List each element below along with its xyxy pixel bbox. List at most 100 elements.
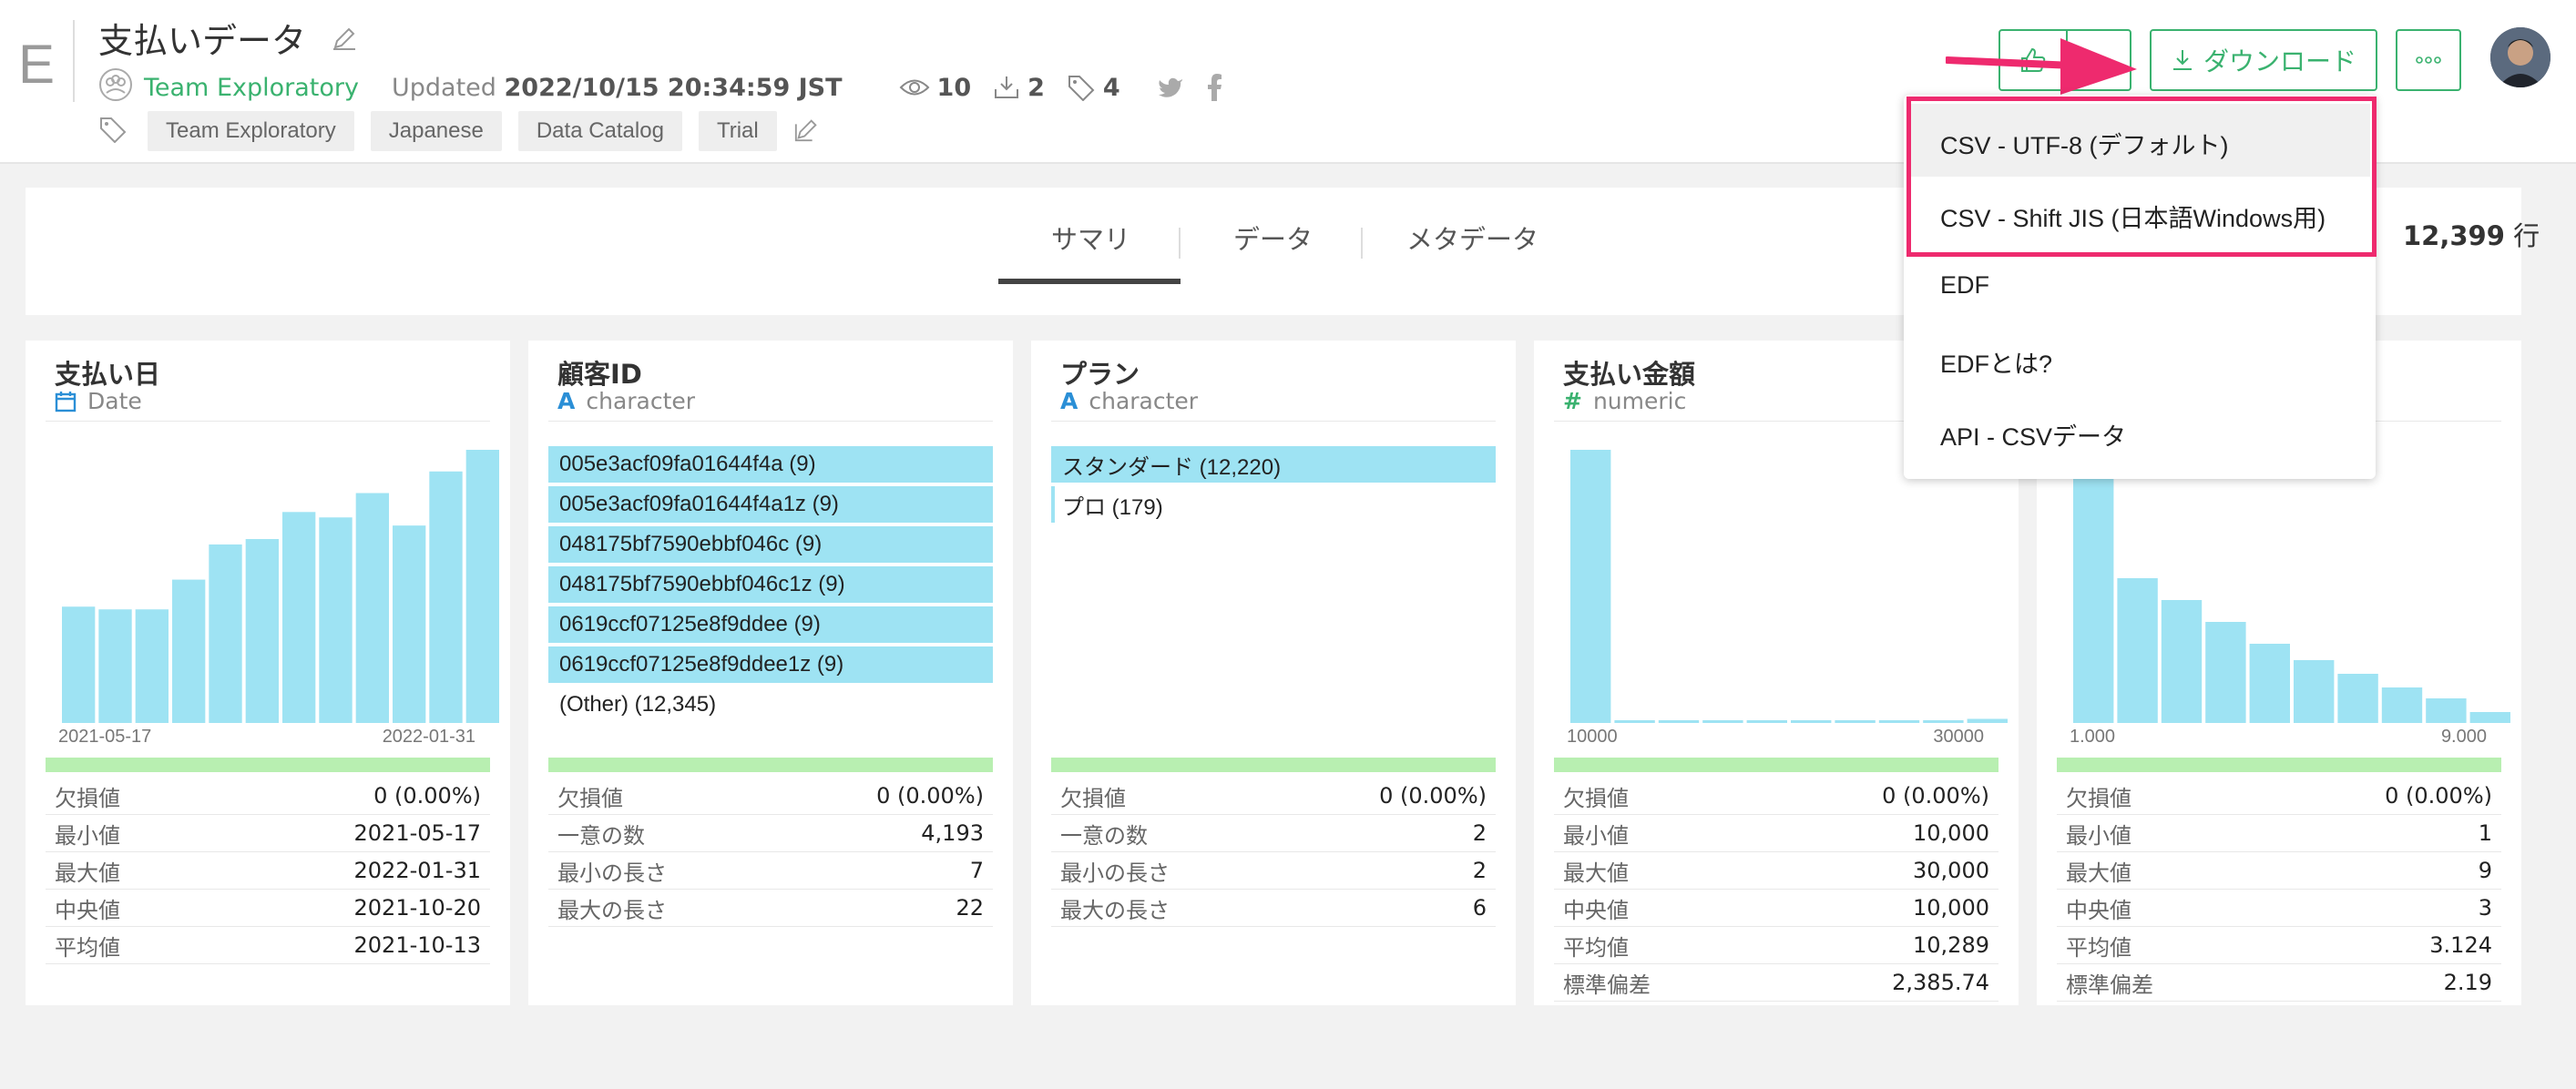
histogram-bar[interactable] xyxy=(282,512,316,723)
column-card: 顧客ID A character 005e3acf09fa01644f4a (9… xyxy=(528,341,1013,1005)
tab-metadata[interactable]: メタデータ xyxy=(1406,219,1538,257)
hash-icon: # xyxy=(1563,388,1582,414)
column-type: A character xyxy=(1060,388,1199,414)
user-avatar[interactable] xyxy=(2490,27,2550,87)
value-bar[interactable]: 048175bf7590ebbf046c (9) xyxy=(548,526,993,563)
tab-summary[interactable]: サマリ xyxy=(1051,219,1130,257)
stat-row: 最大の長さ 22 xyxy=(548,890,993,927)
annotation-arrow xyxy=(1946,38,2137,95)
stat-value: 9 xyxy=(2478,858,2492,883)
download-label: ダウンロード xyxy=(2203,46,2356,76)
histogram-bar[interactable] xyxy=(172,579,206,723)
stat-value: 30,000 xyxy=(1913,858,1989,883)
tag-chip[interactable]: Japanese xyxy=(370,111,502,151)
stat-row: 欠損値 0 (0.00%) xyxy=(46,778,490,815)
histogram-bar[interactable] xyxy=(1967,718,2008,724)
stats-table: 欠損値 0 (0.00%) 最小値 1 最大値 9 中央値 3 平均値 3.124 標準偏差 2.19 xyxy=(2057,778,2501,1002)
stats-table: 欠損値 0 (0.00%) 一意の数 4,193 最小の長さ 7 最大の長さ 22 xyxy=(548,778,993,927)
stat-row: 標準偏差 2.19 xyxy=(2057,964,2501,1002)
histogram-bar[interactable] xyxy=(2249,644,2290,723)
more-options-button[interactable] xyxy=(2396,29,2461,91)
histogram-bar[interactable] xyxy=(62,606,96,723)
histogram-bar[interactable] xyxy=(2337,674,2378,723)
stat-value: 2 xyxy=(1472,858,1487,883)
histogram-bar[interactable] xyxy=(245,539,279,723)
stat-label: 最大の長さ xyxy=(1060,897,1170,923)
menu-item-edf-about[interactable]: EDFとは? xyxy=(1940,344,2052,380)
axis-max-label: 2022-01-31 xyxy=(382,727,475,747)
histogram-bar[interactable] xyxy=(429,471,463,723)
stat-value: 1 xyxy=(2478,820,2492,846)
histogram-bar[interactable] xyxy=(2117,578,2158,723)
histogram-bar[interactable] xyxy=(209,544,242,723)
eye-icon xyxy=(899,79,929,96)
value-bar[interactable]: 0619ccf07125e8f9ddee1z (9) xyxy=(548,646,993,683)
stat-row: 平均値 3.124 xyxy=(2057,927,2501,964)
stat-label: 一意の数 xyxy=(557,822,645,849)
column-name: 顧客ID xyxy=(557,359,642,390)
value-bar[interactable]: 048175bf7590ebbf046c1z (9) xyxy=(548,566,993,603)
stat-row: 中央値 2021-10-20 xyxy=(46,890,490,927)
team-link[interactable]: Team Exploratory xyxy=(144,74,359,102)
histogram xyxy=(62,450,499,723)
histogram-bar[interactable] xyxy=(1791,720,1832,723)
stat-value: 2,385.74 xyxy=(1892,970,1989,995)
column-card: 支払い日 Date 2021-05-17 2022-01-31 欠損値 0 (0.… xyxy=(26,341,510,1005)
value-bar[interactable]: 005e3acf09fa01644f4a (9) xyxy=(548,446,993,483)
axis-min-label: 2021-05-17 xyxy=(58,727,152,747)
stat-label: 最大値 xyxy=(2066,860,2131,886)
facebook-icon[interactable] xyxy=(1206,74,1222,101)
value-bar[interactable]: プロ (179) xyxy=(1051,486,1496,523)
value-bar[interactable]: 0619ccf07125e8f9ddee (9) xyxy=(548,606,993,643)
histogram-bar[interactable] xyxy=(1923,720,1964,723)
histogram-bar[interactable] xyxy=(2469,712,2510,723)
histogram-bar[interactable] xyxy=(2161,600,2203,723)
value-bar[interactable]: (Other) (12,345) xyxy=(548,687,993,723)
tag-chip[interactable]: Team Exploratory xyxy=(148,111,354,151)
histogram-bar[interactable] xyxy=(2073,450,2114,723)
twitter-icon[interactable] xyxy=(1157,76,1184,99)
histogram-bar[interactable] xyxy=(2426,698,2467,723)
tag-chip[interactable]: Trial xyxy=(698,111,777,151)
histogram-bar[interactable] xyxy=(319,517,353,723)
histogram-bar[interactable] xyxy=(1614,720,1655,723)
tags-row: Team Exploratory Japanese Data Catalog T… xyxy=(98,111,821,151)
histogram-bar[interactable] xyxy=(1878,720,1920,723)
tab-data[interactable]: データ xyxy=(1233,219,1313,257)
histogram-bar[interactable] xyxy=(1570,450,1611,723)
histogram-bar[interactable] xyxy=(465,450,499,723)
histogram-bar[interactable] xyxy=(1835,720,1876,723)
tag-chip[interactable]: Data Catalog xyxy=(517,111,682,151)
histogram-bar[interactable] xyxy=(2205,622,2246,723)
edit-title-icon[interactable] xyxy=(330,24,359,56)
calendar-icon xyxy=(55,391,77,412)
edit-tags-icon[interactable] xyxy=(793,116,821,147)
histogram-bar[interactable] xyxy=(393,525,426,723)
stat-value: 0 (0.00%) xyxy=(1882,783,1989,809)
card-divider xyxy=(548,421,993,422)
value-bar[interactable]: 005e3acf09fa01644f4a1z (9) xyxy=(548,486,993,523)
team-icon xyxy=(98,67,133,108)
histogram-bar[interactable] xyxy=(1658,720,1700,723)
stat-label: 最大値 xyxy=(1563,860,1629,886)
app-logo[interactable]: E xyxy=(18,33,55,96)
stat-label: 中央値 xyxy=(55,897,120,923)
column-type: Date xyxy=(55,388,142,414)
histogram-bar[interactable] xyxy=(2294,660,2335,723)
menu-item-edf[interactable]: EDF xyxy=(1940,271,1989,300)
download-button[interactable]: ダウンロード xyxy=(2150,29,2377,91)
histogram-bar[interactable] xyxy=(1702,720,1743,723)
stat-label: 平均値 xyxy=(1563,934,1629,961)
histogram-bar[interactable] xyxy=(1746,720,1787,723)
histogram-bar[interactable] xyxy=(135,609,169,723)
stat-label: 欠損値 xyxy=(55,785,120,811)
stat-row: 最小の長さ 7 xyxy=(548,852,993,890)
value-bar[interactable]: スタンダード (12,220) xyxy=(1051,446,1496,483)
value-list: スタンダード (12,220) プロ (179) xyxy=(1051,446,1496,526)
histogram-bar[interactable] xyxy=(98,609,132,723)
stat-label: 最小の長さ xyxy=(1060,860,1170,886)
histogram-bar[interactable] xyxy=(355,493,389,723)
download-tray-icon xyxy=(995,76,1019,98)
histogram-bar[interactable] xyxy=(2381,687,2423,723)
menu-item-api-csv[interactable]: API - CSVデータ xyxy=(1940,417,2126,453)
